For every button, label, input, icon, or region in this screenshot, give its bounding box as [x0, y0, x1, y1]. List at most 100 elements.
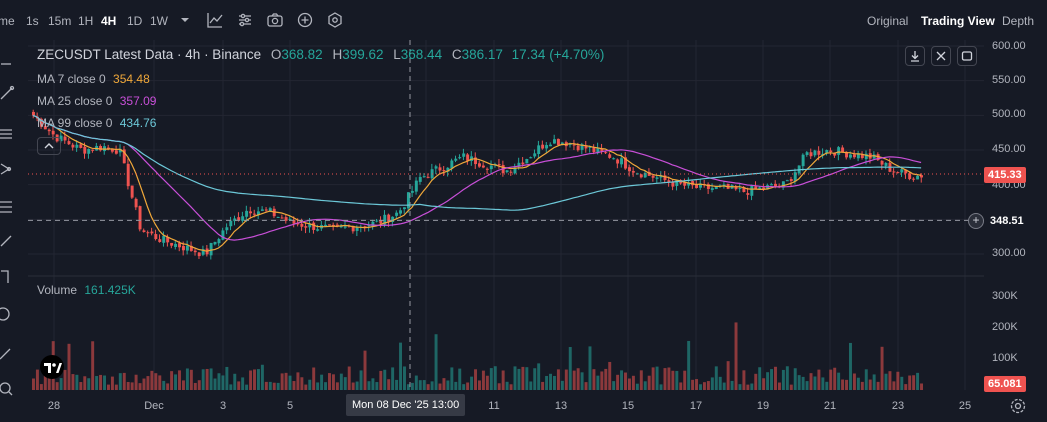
ma7-legend[interactable]: MA 7 close 0 354.48 [37, 72, 150, 86]
volume-bar [410, 382, 414, 390]
candle-body [916, 175, 920, 180]
volume-bar [83, 376, 87, 390]
volume-bar [328, 373, 331, 390]
text-tool-icon[interactable] [0, 268, 18, 286]
candle-body [533, 153, 537, 157]
candle-body [126, 163, 130, 187]
chevron-down-icon[interactable] [176, 11, 194, 29]
volume-bar [55, 382, 59, 390]
volume-bar [691, 379, 695, 390]
volume-bar [225, 366, 229, 390]
price-chart[interactable] [28, 40, 984, 390]
add-circle-icon[interactable] [296, 11, 314, 29]
candle-body [114, 150, 118, 154]
pattern-icon[interactable] [0, 305, 18, 323]
interval-15m[interactable]: 15m [48, 13, 71, 29]
node-path-icon[interactable] [0, 160, 18, 178]
volume-bar [32, 378, 35, 390]
ma99-legend[interactable]: MA 99 close 0 434.76 [37, 116, 156, 130]
download-button[interactable] [905, 46, 925, 66]
volume-bar [166, 383, 170, 390]
ma99-value: 434.76 [119, 116, 157, 130]
toolbar-cut-item[interactable]: me [0, 13, 15, 29]
view-trading-view[interactable]: Trading View [921, 13, 995, 29]
volume-bar [134, 374, 138, 390]
volume-bar [375, 382, 379, 390]
volume-bar [770, 369, 774, 390]
candle-body [406, 192, 410, 209]
candle-body [813, 150, 817, 156]
download-icon [911, 51, 919, 62]
volume-bar [604, 368, 608, 390]
ohlc-open-value: 368.82 [281, 47, 323, 62]
candle-body [509, 171, 513, 173]
fib-levels-icon[interactable] [0, 198, 18, 216]
volume-bar [616, 374, 620, 390]
candle-body [134, 198, 138, 208]
trend-line-icon[interactable] [0, 85, 18, 103]
candle-body [458, 157, 462, 159]
volume-bar [667, 367, 671, 390]
interval-4h[interactable]: 4H [101, 13, 116, 29]
volume-tick: 200K [992, 321, 1018, 333]
candle-body [750, 185, 754, 196]
volume-bar [324, 382, 328, 390]
interval-1d[interactable]: 1D [127, 13, 142, 29]
volume-bar [241, 377, 245, 390]
crosshair-price-label: 348.51 [984, 212, 1030, 230]
horizontal-lines-icon[interactable] [0, 125, 18, 143]
settings-gear-icon[interactable] [1009, 397, 1027, 415]
volume-bar [359, 370, 363, 390]
last-volume-label: 65.081 [984, 376, 1026, 392]
volume-bar [253, 369, 256, 390]
legend-collapse-button[interactable] [37, 137, 61, 155]
view-original[interactable]: Original [867, 13, 908, 29]
ma25-legend[interactable]: MA 25 close 0 357.09 [37, 94, 156, 108]
screenshot-button[interactable] [957, 46, 977, 66]
candle-body [280, 217, 284, 219]
volume-bar [533, 368, 537, 390]
fullscreen-button[interactable] [931, 46, 951, 66]
candle-body [627, 167, 631, 172]
volume-legend[interactable]: Volume 161.425K [37, 283, 136, 297]
time-tick: 13 [554, 400, 568, 412]
indicators-chart-icon[interactable] [206, 11, 224, 29]
candle-body [221, 230, 225, 240]
volume-bar [671, 370, 675, 390]
volume-label: Volume [37, 283, 78, 297]
chart-pane[interactable] [28, 40, 984, 390]
volume-bar [552, 375, 556, 390]
candle-body [620, 158, 624, 165]
volume-bar [872, 374, 876, 390]
volume-bar [178, 370, 181, 390]
volume-bar [785, 366, 789, 390]
volume-bar [371, 378, 375, 390]
candle-body [849, 154, 852, 158]
add-alert-button[interactable]: + [968, 213, 984, 229]
interval-1h[interactable]: 1H [78, 13, 93, 29]
ruler-icon[interactable] [0, 345, 18, 363]
zoom-icon[interactable] [0, 380, 18, 398]
volume-bar [87, 378, 91, 390]
candle-body [91, 149, 95, 151]
volume-bar [525, 367, 529, 390]
camera-icon[interactable] [266, 11, 284, 29]
candle-body [300, 223, 304, 227]
crosshair-icon[interactable] [0, 55, 18, 73]
settings-sliders-icon[interactable] [236, 11, 254, 29]
volume-bar [193, 382, 197, 390]
volume-bar [702, 382, 706, 390]
time-scale[interactable]: 28 Dec 3 5 11 13 15 17 19 21 23 25 Mon 0… [28, 390, 984, 422]
hexagon-settings-icon[interactable] [326, 11, 344, 29]
candle-body [209, 242, 213, 256]
view-depth[interactable]: Depth [1002, 13, 1034, 29]
interval-1s[interactable]: 1s [26, 13, 39, 29]
interval-1w[interactable]: 1W [150, 13, 168, 29]
volume-bar [742, 370, 746, 390]
brush-icon[interactable] [0, 232, 18, 250]
volume-bar [442, 378, 446, 390]
volume-bar [260, 364, 264, 390]
tradingview-logo[interactable] [37, 354, 67, 380]
candle-body [217, 239, 221, 244]
candle-body [631, 171, 635, 173]
